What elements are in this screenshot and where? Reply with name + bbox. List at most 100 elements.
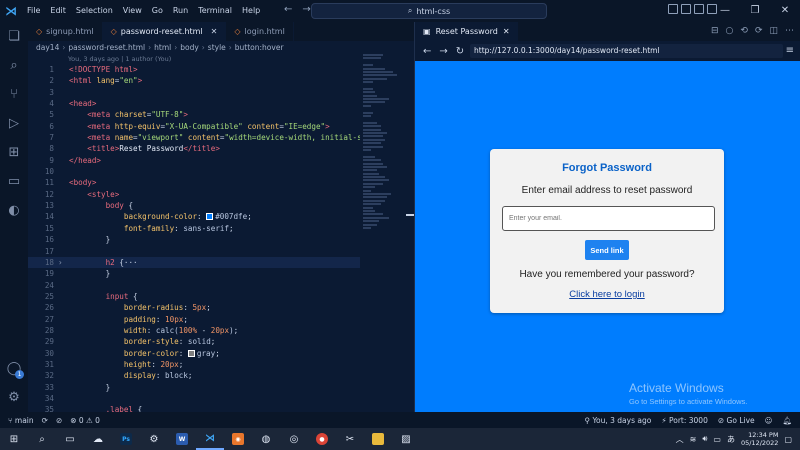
next-change-icon[interactable]: ⟳ bbox=[755, 26, 763, 36]
minimize-icon[interactable]: — bbox=[710, 0, 740, 22]
login-link[interactable]: Click here to login bbox=[490, 289, 724, 300]
code-line[interactable]: 7 <meta name="viewport" content="width=d… bbox=[28, 132, 360, 143]
split-editor-icon[interactable]: ◫ bbox=[769, 26, 778, 36]
notifications-icon[interactable]: 🔔︎ bbox=[782, 416, 792, 425]
code-line[interactable]: 35 .label { bbox=[28, 404, 360, 412]
target-icon[interactable]: ◎ bbox=[280, 428, 308, 450]
snipping-icon[interactable]: ✂ bbox=[336, 428, 364, 450]
close-tab-icon[interactable]: ✕ bbox=[211, 27, 218, 36]
vscode-taskbar-icon[interactable]: ⋊ bbox=[196, 428, 224, 450]
menu-item-file[interactable]: File bbox=[22, 0, 45, 22]
fold-chevron-icon[interactable]: › bbox=[58, 257, 63, 268]
menu-item-help[interactable]: Help bbox=[237, 0, 265, 22]
clock[interactable]: 12:34 PM 05/12/2022 bbox=[741, 431, 778, 447]
breadcrumb-item[interactable]: body bbox=[180, 43, 199, 52]
code-line[interactable]: 29 border-style: solid; bbox=[28, 336, 360, 347]
explorer-icon[interactable]: ❏ bbox=[0, 22, 28, 51]
taskbar-search-icon[interactable]: ⌕ bbox=[28, 428, 56, 450]
minimap[interactable] bbox=[363, 54, 405, 412]
toggle-primary-sidebar-icon[interactable] bbox=[668, 4, 678, 14]
browser-menu-icon[interactable]: ≡ bbox=[786, 45, 794, 56]
wifi-icon[interactable]: ≋ bbox=[690, 435, 697, 444]
run-debug-icon[interactable]: ▷ bbox=[0, 109, 28, 138]
chrome-icon[interactable]: ● bbox=[308, 428, 336, 450]
menu-item-run[interactable]: Run bbox=[168, 0, 193, 22]
breadcrumb-item[interactable]: button:hover bbox=[235, 43, 284, 52]
word-icon[interactable]: W bbox=[168, 428, 196, 450]
extensions-icon[interactable]: ⊞ bbox=[0, 138, 28, 167]
code-line[interactable]: 28 width: calc(100% - 20px); bbox=[28, 325, 360, 336]
branch-indicator[interactable]: ⑂ main bbox=[8, 416, 34, 425]
code-line[interactable]: 33 } bbox=[28, 382, 360, 393]
windows-start-icon[interactable]: ⊞ bbox=[0, 428, 28, 450]
battery-icon[interactable]: ▭ bbox=[713, 435, 721, 444]
code-line[interactable]: 19 } bbox=[28, 268, 360, 279]
weather-icon[interactable]: ☁ bbox=[84, 428, 112, 450]
browser-reload-icon[interactable]: ↻ bbox=[456, 46, 464, 57]
menu-item-terminal[interactable]: Terminal bbox=[193, 0, 237, 22]
code-line[interactable]: 9 </head> bbox=[28, 155, 360, 166]
tray-chevron-icon[interactable]: ︿ bbox=[676, 434, 684, 445]
editor-tab[interactable]: ◇ password-reset.html ✕ bbox=[102, 22, 227, 41]
app-icon[interactable]: ◉ bbox=[224, 428, 252, 450]
language-icon[interactable]: あ bbox=[727, 434, 735, 445]
close-tab-icon[interactable]: ✕ bbox=[503, 27, 510, 36]
breadcrumb-item[interactable]: password-reset.html bbox=[68, 43, 145, 52]
port-status[interactable]: ⚡ Port: 3000 bbox=[661, 416, 708, 425]
browser-back-icon[interactable]: ← bbox=[423, 46, 431, 57]
globe-icon[interactable]: ◍ bbox=[252, 428, 280, 450]
toggle-secondary-sidebar-icon[interactable] bbox=[694, 4, 704, 14]
command-center-search[interactable]: ⌕ html-css bbox=[311, 3, 547, 19]
code-line[interactable]: 4 <head> bbox=[28, 98, 360, 109]
code-line[interactable]: 16 } bbox=[28, 234, 360, 245]
code-line[interactable]: 3 bbox=[28, 87, 360, 98]
code-line[interactable]: 34 bbox=[28, 393, 360, 404]
code-editor[interactable]: 1 <!DOCTYPE html> 2 <html lang="en"> 3 4 <head… bbox=[28, 64, 360, 412]
blame-status[interactable]: ⚲ You, 3 days ago bbox=[585, 416, 652, 425]
search-icon[interactable]: ⌕ bbox=[0, 51, 28, 80]
code-line[interactable]: 2 <html lang="en"> bbox=[28, 75, 360, 86]
code-line[interactable]: 5 <meta charset="UTF-8"> bbox=[28, 109, 360, 120]
code-line[interactable]: 6 <meta http-equiv="X-UA-Compatible" con… bbox=[28, 121, 360, 132]
menu-item-edit[interactable]: Edit bbox=[45, 0, 71, 22]
settings-gear-icon[interactable]: ⚙ bbox=[0, 383, 28, 412]
close-icon[interactable]: ✕ bbox=[770, 0, 800, 22]
code-line[interactable]: 27 padding: 10px; bbox=[28, 314, 360, 325]
code-line[interactable]: 32 display: block; bbox=[28, 370, 360, 381]
sync-icon[interactable]: ⟳ bbox=[42, 416, 48, 425]
task-view-icon[interactable]: ▭ bbox=[56, 428, 84, 450]
code-line[interactable]: 18 › h2 {··· bbox=[28, 256, 360, 269]
code-line[interactable]: 8 <title>Reset Password</title> bbox=[28, 143, 360, 154]
code-line[interactable]: 10 bbox=[28, 166, 360, 177]
editor-tab[interactable]: ◇ signup.html bbox=[28, 22, 103, 41]
settings-app-icon[interactable]: ⚙ bbox=[140, 428, 168, 450]
email-input[interactable] bbox=[502, 206, 715, 231]
code-line[interactable]: 12 <style> bbox=[28, 189, 360, 200]
code-line[interactable]: 15 font-family: sans-serif; bbox=[28, 223, 360, 234]
code-line[interactable]: 26 border-radius: 5px; bbox=[28, 302, 360, 313]
notification-center-icon[interactable]: ▢ bbox=[784, 435, 792, 444]
codelens-blame[interactable]: You, 3 days ago | 1 author (You) bbox=[68, 55, 171, 63]
feedback-icon[interactable]: ☺ bbox=[765, 416, 773, 425]
browser-forward-icon[interactable]: → bbox=[439, 46, 447, 57]
forward-arrow-icon[interactable]: → bbox=[302, 4, 310, 15]
volume-icon[interactable]: 🔊︎ bbox=[702, 434, 707, 444]
back-arrow-icon[interactable]: ← bbox=[284, 4, 292, 15]
remote-icon[interactable]: ◐ bbox=[0, 196, 28, 225]
editor-tab[interactable]: ◇ login.html bbox=[226, 22, 294, 41]
browser-tab[interactable]: ▣ Reset Password ✕ bbox=[415, 22, 518, 41]
circle-icon[interactable]: ○ bbox=[726, 26, 734, 36]
code-line[interactable]: 14 background-color: #007dfe; bbox=[28, 211, 360, 222]
breadcrumb-item[interactable]: style bbox=[208, 43, 226, 52]
toggle-panel-icon[interactable] bbox=[681, 4, 691, 14]
go-live-button[interactable]: ⊘ Go Live bbox=[718, 416, 755, 425]
url-input[interactable]: http://127.0.0.1:3000/day14/password-res… bbox=[470, 44, 783, 58]
split-icon[interactable]: ⊟ bbox=[711, 26, 719, 36]
account-icon[interactable]: ◯ 1 bbox=[0, 354, 28, 383]
problems-indicator[interactable]: ⊗ 0 ⚠ 0 bbox=[70, 416, 100, 425]
prev-change-icon[interactable]: ⟲ bbox=[740, 26, 748, 36]
menu-item-view[interactable]: View bbox=[118, 0, 147, 22]
source-control-icon[interactable]: ⑂ bbox=[0, 80, 28, 109]
code-line[interactable]: 11 <body> bbox=[28, 177, 360, 188]
code-line[interactable]: 17 bbox=[28, 246, 360, 257]
